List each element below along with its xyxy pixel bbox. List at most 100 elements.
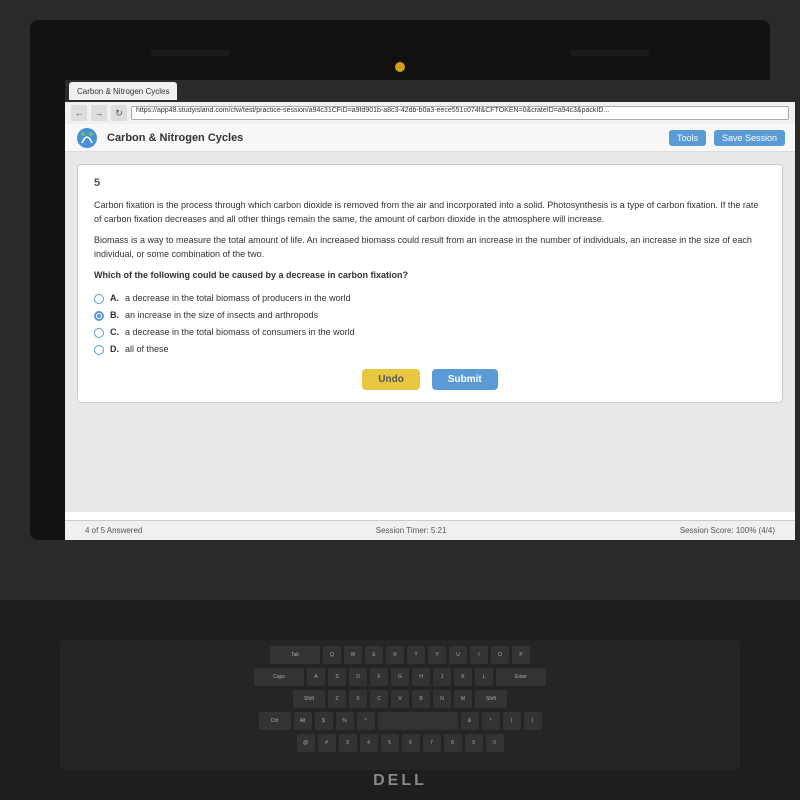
key-t[interactable]: T (407, 646, 425, 664)
keyboard-row-5: @ # 3 4 5 6 7 8 9 0 (66, 734, 734, 752)
key-at[interactable]: @ (297, 734, 315, 752)
text-b: an increase in the size of insects and a… (125, 310, 318, 320)
tools-button[interactable]: Tools (669, 130, 706, 146)
keyboard: Tab Q W E R T Y U I O P Caps A S D F G H… (60, 640, 740, 770)
session-timer: Session Timer: 5:21 (376, 526, 447, 535)
key-b[interactable]: B (412, 690, 430, 708)
screen: Carbon & Nitrogen Cycles ← → ↻ https://a… (65, 80, 795, 540)
key-num0[interactable]: 0 (486, 734, 504, 752)
key-q[interactable]: Q (323, 646, 341, 664)
answer-option-c[interactable]: C. a decrease in the total biomass of co… (94, 327, 766, 338)
key-percent[interactable]: % (336, 712, 354, 730)
key-r[interactable]: R (386, 646, 404, 664)
key-g[interactable]: G (391, 668, 409, 686)
key-num7[interactable]: 7 (423, 734, 441, 752)
key-hash[interactable]: # (318, 734, 336, 752)
key-v[interactable]: V (391, 690, 409, 708)
back-button[interactable]: ← (71, 105, 87, 121)
si-page-title: Carbon & Nitrogen Cycles (107, 132, 661, 144)
key-num8[interactable]: 8 (444, 734, 462, 752)
text-c: a decrease in the total biomass of consu… (125, 327, 355, 337)
key-j[interactable]: J (433, 668, 451, 686)
key-a[interactable]: A (307, 668, 325, 686)
key-shift-l[interactable]: Shift (293, 690, 325, 708)
reload-button[interactable]: ↻ (111, 105, 127, 121)
key-n[interactable]: N (433, 690, 451, 708)
key-dollar[interactable]: $ (315, 712, 333, 730)
key-y[interactable]: Y (428, 646, 446, 664)
key-caret[interactable]: ^ (357, 712, 375, 730)
radio-c[interactable] (94, 328, 104, 338)
key-ctrl[interactable]: Ctrl (259, 712, 291, 730)
si-logo (75, 126, 99, 150)
key-k[interactable]: K (454, 668, 472, 686)
passage-text-2: Biomass is a way to measure the total am… (94, 234, 766, 261)
address-input[interactable]: https://app48.studyisland.com/cfw/test/p… (131, 106, 789, 120)
key-p[interactable]: P (512, 646, 530, 664)
label-d: D. (110, 344, 119, 354)
key-paren-r[interactable]: ) (524, 712, 542, 730)
answer-option-b[interactable]: B. an increase in the size of insects an… (94, 310, 766, 321)
radio-b[interactable] (94, 311, 104, 321)
key-s[interactable]: S (328, 668, 346, 686)
key-l[interactable]: L (475, 668, 493, 686)
key-w[interactable]: W (344, 646, 362, 664)
key-e[interactable]: E (365, 646, 383, 664)
key-num3[interactable]: 3 (339, 734, 357, 752)
key-c[interactable]: C (370, 690, 388, 708)
key-m[interactable]: M (454, 690, 472, 708)
text-a: a decrease in the total biomass of produ… (125, 293, 351, 303)
answered-count: 4 of 5 Answered (85, 526, 142, 535)
key-x[interactable]: X (349, 690, 367, 708)
key-shift-r[interactable]: Shift (475, 690, 507, 708)
undo-button[interactable]: Undo (362, 369, 420, 390)
si-header: Carbon & Nitrogen Cycles Tools Save Sess… (65, 124, 795, 152)
bezel-slot-right (570, 50, 650, 56)
key-i[interactable]: I (470, 646, 488, 664)
keyboard-row-2: Caps A S D F G H J K L Enter (66, 668, 734, 686)
key-num4[interactable]: 4 (360, 734, 378, 752)
screen-bezel: Carbon & Nitrogen Cycles ← → ↻ https://a… (30, 20, 770, 540)
text-d: all of these (125, 344, 169, 354)
key-num9[interactable]: 9 (465, 734, 483, 752)
radio-d[interactable] (94, 345, 104, 355)
keyboard-row-3: Shift Z X C V B N M Shift (66, 690, 734, 708)
key-num6[interactable]: 6 (402, 734, 420, 752)
question-card: 5 Carbon fixation is the process through… (77, 164, 783, 403)
label-b: B. (110, 310, 119, 320)
key-paren-l[interactable]: ( (503, 712, 521, 730)
key-tab[interactable]: Tab (270, 646, 320, 664)
key-enter[interactable]: Enter (496, 668, 546, 686)
key-o[interactable]: O (491, 646, 509, 664)
browser-tab-bar: Carbon & Nitrogen Cycles (65, 80, 795, 102)
key-u[interactable]: U (449, 646, 467, 664)
key-ampersand[interactable]: & (461, 712, 479, 730)
session-score: Session Score: 100% (4/4) (680, 526, 775, 535)
radio-a[interactable] (94, 294, 104, 304)
key-f[interactable]: F (370, 668, 388, 686)
answer-options: A. a decrease in the total biomass of pr… (94, 293, 766, 355)
forward-button[interactable]: → (91, 105, 107, 121)
dell-logo: DELL (373, 772, 427, 790)
submit-button[interactable]: Submit (432, 369, 498, 390)
key-alt[interactable]: Alt (294, 712, 312, 730)
key-h[interactable]: H (412, 668, 430, 686)
browser-tab-label: Carbon & Nitrogen Cycles (77, 87, 169, 96)
key-z[interactable]: Z (328, 690, 346, 708)
key-space[interactable] (378, 712, 458, 730)
label-a: A. (110, 293, 119, 303)
keyboard-row-1: Tab Q W E R T Y U I O P (66, 646, 734, 664)
answer-option-d[interactable]: D. all of these (94, 344, 766, 355)
save-session-button[interactable]: Save Session (714, 130, 785, 146)
key-d[interactable]: D (349, 668, 367, 686)
answer-option-a[interactable]: A. a decrease in the total biomass of pr… (94, 293, 766, 304)
laptop-outer: Carbon & Nitrogen Cycles ← → ↻ https://a… (0, 0, 800, 800)
address-bar-row: ← → ↻ https://app48.studyisland.com/cfw/… (65, 102, 795, 124)
browser-tab[interactable]: Carbon & Nitrogen Cycles (69, 82, 177, 100)
main-content: 5 Carbon fixation is the process through… (65, 152, 795, 512)
key-caps[interactable]: Caps (254, 668, 304, 686)
key-num5[interactable]: 5 (381, 734, 399, 752)
key-star[interactable]: * (482, 712, 500, 730)
label-c: C. (110, 327, 119, 337)
question-number: 5 (94, 177, 766, 189)
